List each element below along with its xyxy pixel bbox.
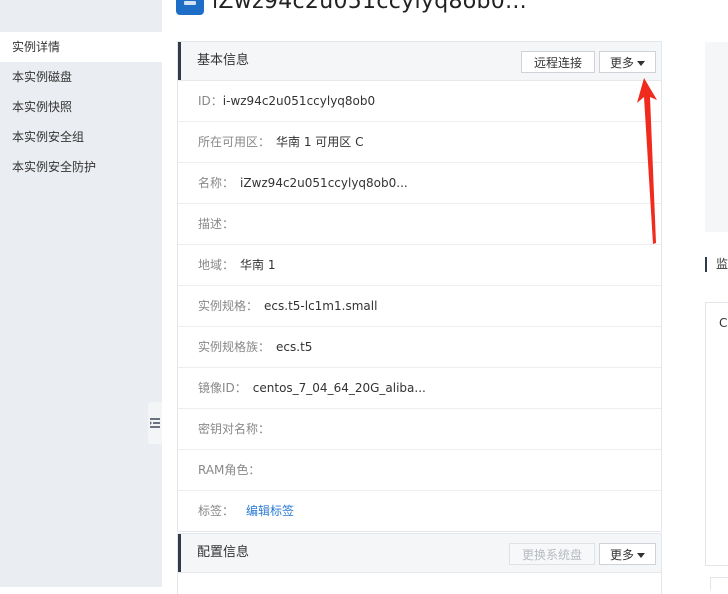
info-row-ram-role: RAM角色： [178,450,661,491]
change-system-disk-button[interactable]: 更换系统盘 [509,543,595,565]
info-row-keypair: 密钥对名称： [178,409,661,450]
info-row-name: 名称： iZwz94c2u051ccylyq8ob0... [178,163,661,204]
config-more-dropdown-button[interactable]: 更多 [599,543,656,565]
info-value: ecs.t5-lc1m1.small [264,299,378,313]
basic-info-title: 基本信息 [197,53,250,68]
info-key: 密钥对名称： [198,422,271,436]
info-row-id: ID：i-wz94c2u051ccylyq8ob0 [178,81,661,122]
basic-info-panel: 基本信息 远程连接 更多 ID：i-wz94c2u051ccylyq8ob0 所… [177,41,662,532]
config-info-panel: 配置信息 更换系统盘 更多 [177,533,662,594]
right-summary-card [705,42,728,232]
info-row-instance-type: 实例规格： ecs.t5-lc1m1.small [178,286,661,327]
info-value: ecs.t5 [276,340,313,354]
info-value: 华南 1 [240,258,276,272]
config-info-header: 配置信息 更换系统盘 更多 [178,534,661,573]
info-row-region: 地域： 华南 1 [178,245,661,286]
edit-tags-link[interactable]: 编辑标签 [246,504,294,518]
remote-connect-button[interactable]: 远程连接 [521,51,595,73]
info-row-image-id: 镜像ID： centos_7_04_64_20G_aliba... [178,368,661,409]
info-row-tags: 标签： 编辑标签 [178,491,661,531]
info-key: 描述： [198,217,235,231]
info-key: 镜像ID： [198,381,247,395]
sidebar-item-security-protection[interactable]: 本实例安全防护 [0,152,162,182]
sidebar: 实例详情 本实例磁盘 本实例快照 本实例安全组 本实例安全防护 [0,0,162,587]
page-title: iZwz94c2u051ccylyq8ob0... [176,0,527,16]
right-bottom-card [710,577,728,590]
info-key: 地域： [198,258,235,272]
info-key: 标签： [198,504,235,518]
info-value: i-wz94c2u051ccylyq8ob0 [222,94,376,108]
back-chevron-icon[interactable] [55,0,91,10]
info-key: 实例规格族： [198,340,271,354]
monitor-section-label: 监 [716,257,728,271]
instance-icon [176,0,204,15]
info-key: 所在可用区： [198,135,271,149]
monitor-panel: C [705,302,728,566]
info-key: ID： [198,94,223,108]
info-row-instance-family: 实例规格族： ecs.t5 [178,327,661,368]
sidebar-nav: 实例详情 本实例磁盘 本实例快照 本实例安全组 本实例安全防护 [0,32,162,182]
info-value: 华南 1 可用区 C [276,135,364,149]
sidebar-item-instance-snapshots[interactable]: 本实例快照 [0,92,162,122]
info-key: 名称： [198,176,235,190]
sidebar-item-instance-details[interactable]: 实例详情 [0,32,162,62]
caret-down-icon [637,553,645,558]
info-value: iZwz94c2u051ccylyq8ob0... [240,176,408,190]
basic-info-header: 基本信息 远程连接 更多 [178,42,661,81]
monitor-panel-text: C [719,316,728,330]
info-row-zone: 所在可用区： 华南 1 可用区 C [178,122,661,163]
info-value: centos_7_04_64_20G_aliba... [252,381,426,395]
instance-name-title: iZwz94c2u051ccylyq8ob0... [212,0,527,14]
info-key: 实例规格： [198,299,259,313]
sidebar-item-instance-disks[interactable]: 本实例磁盘 [0,62,162,92]
more-dropdown-button[interactable]: 更多 [599,51,656,73]
section-accent-bar [705,257,707,272]
sidebar-collapse-icon[interactable] [148,402,162,444]
caret-down-icon [637,61,645,66]
info-row-description: 描述： [178,204,661,245]
more-label: 更多 [609,548,634,562]
sidebar-item-security-groups[interactable]: 本实例安全组 [0,122,162,152]
more-label: 更多 [609,56,634,70]
config-info-title: 配置信息 [197,545,250,560]
info-key: RAM角色： [198,463,261,477]
